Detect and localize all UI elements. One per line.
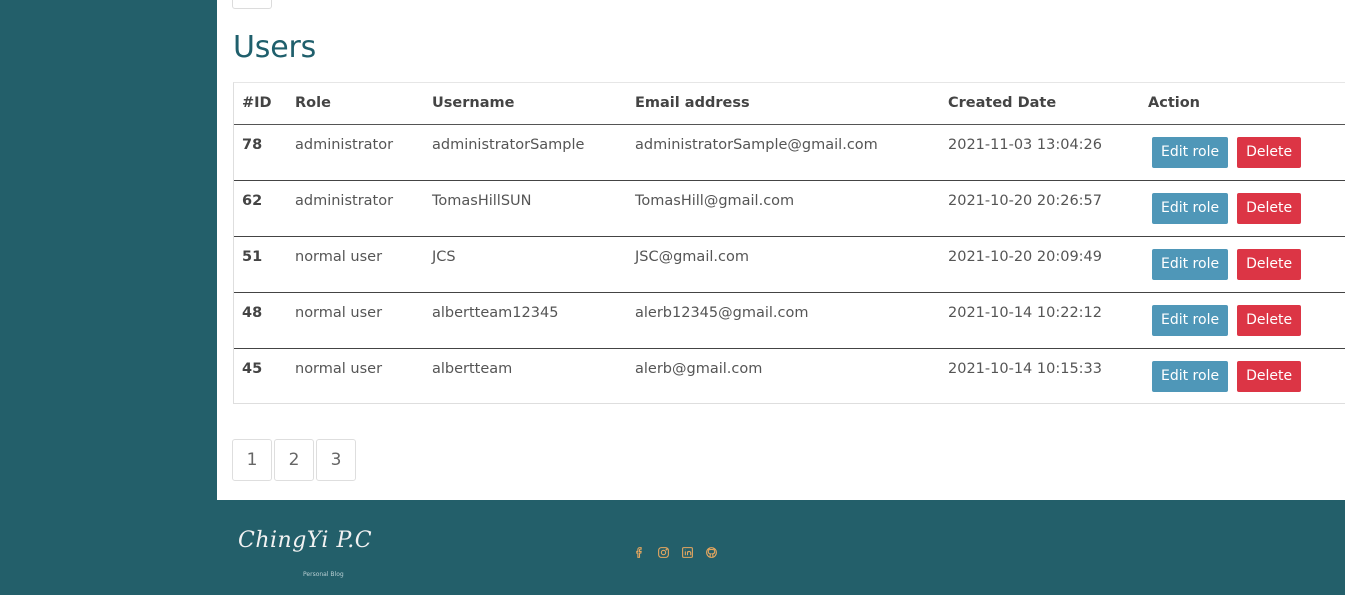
cell-username: albertteam12345 bbox=[424, 292, 627, 349]
cell-username: albertteam bbox=[432, 360, 513, 377]
footer-logo[interactable]: ChingYi P.C bbox=[238, 528, 372, 553]
cell-email: alerb12345@gmail.com bbox=[627, 292, 940, 349]
header-username: Username bbox=[424, 83, 627, 125]
header-id: #ID bbox=[234, 83, 287, 125]
header-role: Role bbox=[287, 83, 424, 125]
table-row: 51 normal user JCS JSC@gmail.com 2021-10… bbox=[234, 236, 1345, 293]
cell-action: Edit role Delete bbox=[1140, 348, 1345, 404]
delete-button[interactable]: Delete bbox=[1237, 304, 1302, 336]
cell-created-date: 2021-10-20 20:09:49 bbox=[940, 236, 1140, 293]
cell-id: 78 bbox=[234, 124, 287, 181]
page: Users #ID Role Username Email address Cr… bbox=[0, 0, 1345, 595]
edit-role-button[interactable]: Edit role bbox=[1152, 304, 1229, 336]
cell-id: 45 bbox=[242, 360, 263, 377]
facebook-icon[interactable] bbox=[632, 545, 647, 560]
delete-button[interactable]: Delete bbox=[1237, 136, 1302, 168]
cell-email: alerb@gmail.com bbox=[635, 360, 763, 377]
cell-role: normal user bbox=[287, 236, 424, 293]
social-links bbox=[632, 545, 719, 560]
header-action: Action bbox=[1140, 83, 1345, 125]
top-control-stub[interactable] bbox=[232, 0, 272, 9]
cell-username: TomasHillSUN bbox=[424, 180, 627, 237]
delete-button[interactable]: Delete bbox=[1237, 192, 1302, 224]
table-row: 45 normal user albertteam alerb@gmail.co… bbox=[234, 348, 1345, 404]
cell-role: normal user bbox=[287, 292, 424, 349]
cell-username: administratorSample bbox=[424, 124, 627, 181]
cell-email: JSC@gmail.com bbox=[627, 236, 940, 293]
github-icon[interactable] bbox=[704, 545, 719, 560]
users-table: #ID Role Username Email address Created … bbox=[234, 83, 1345, 404]
pagination: 1 2 3 bbox=[232, 439, 358, 481]
table-header-row: #ID Role Username Email address Created … bbox=[234, 83, 1345, 125]
header-email: Email address bbox=[627, 83, 940, 125]
cell-role: administrator bbox=[287, 180, 424, 237]
edit-role-button[interactable]: Edit role bbox=[1152, 248, 1229, 280]
cell-action: Edit role Delete bbox=[1140, 180, 1345, 237]
page-link-2[interactable]: 2 bbox=[274, 439, 314, 481]
page-link-1[interactable]: 1 bbox=[232, 439, 272, 481]
page-link-3[interactable]: 3 bbox=[316, 439, 356, 481]
cell-role: administrator bbox=[287, 124, 424, 181]
cell-created-date: 2021-10-14 10:15:33 bbox=[948, 360, 1102, 377]
cell-action: Edit role Delete bbox=[1140, 236, 1345, 293]
edit-role-button[interactable]: Edit role bbox=[1152, 136, 1229, 168]
cell-id: 51 bbox=[234, 236, 287, 293]
footer-tagline: Personal Blog bbox=[303, 571, 344, 578]
cell-created-date: 2021-10-20 20:26:57 bbox=[940, 180, 1140, 237]
edit-role-button[interactable]: Edit role bbox=[1152, 360, 1229, 392]
table-row: 48 normal user albertteam12345 alerb1234… bbox=[234, 292, 1345, 349]
table-row: 62 administrator TomasHillSUN TomasHill@… bbox=[234, 180, 1345, 237]
delete-button[interactable]: Delete bbox=[1237, 248, 1302, 280]
cell-action: Edit role Delete bbox=[1140, 124, 1345, 181]
users-table-container: #ID Role Username Email address Created … bbox=[233, 82, 1345, 404]
cell-id: 48 bbox=[234, 292, 287, 349]
cell-email: TomasHill@gmail.com bbox=[627, 180, 940, 237]
delete-button[interactable]: Delete bbox=[1237, 360, 1302, 392]
instagram-icon[interactable] bbox=[656, 545, 671, 560]
header-created-date: Created Date bbox=[940, 83, 1140, 125]
page-title: Users bbox=[233, 30, 317, 65]
cell-email: administratorSample@gmail.com bbox=[627, 124, 940, 181]
cell-action: Edit role Delete bbox=[1140, 292, 1345, 349]
cell-id: 62 bbox=[234, 180, 287, 237]
cell-created-date: 2021-10-14 10:22:12 bbox=[940, 292, 1140, 349]
linkedin-icon[interactable] bbox=[680, 545, 695, 560]
cell-role: normal user bbox=[295, 360, 383, 377]
main-content: Users #ID Role Username Email address Cr… bbox=[217, 0, 1345, 500]
table-row: 78 administrator administratorSample adm… bbox=[234, 124, 1345, 181]
cell-created-date: 2021-11-03 13:04:26 bbox=[940, 124, 1140, 181]
edit-role-button[interactable]: Edit role bbox=[1152, 192, 1229, 224]
cell-username: JCS bbox=[424, 236, 627, 293]
